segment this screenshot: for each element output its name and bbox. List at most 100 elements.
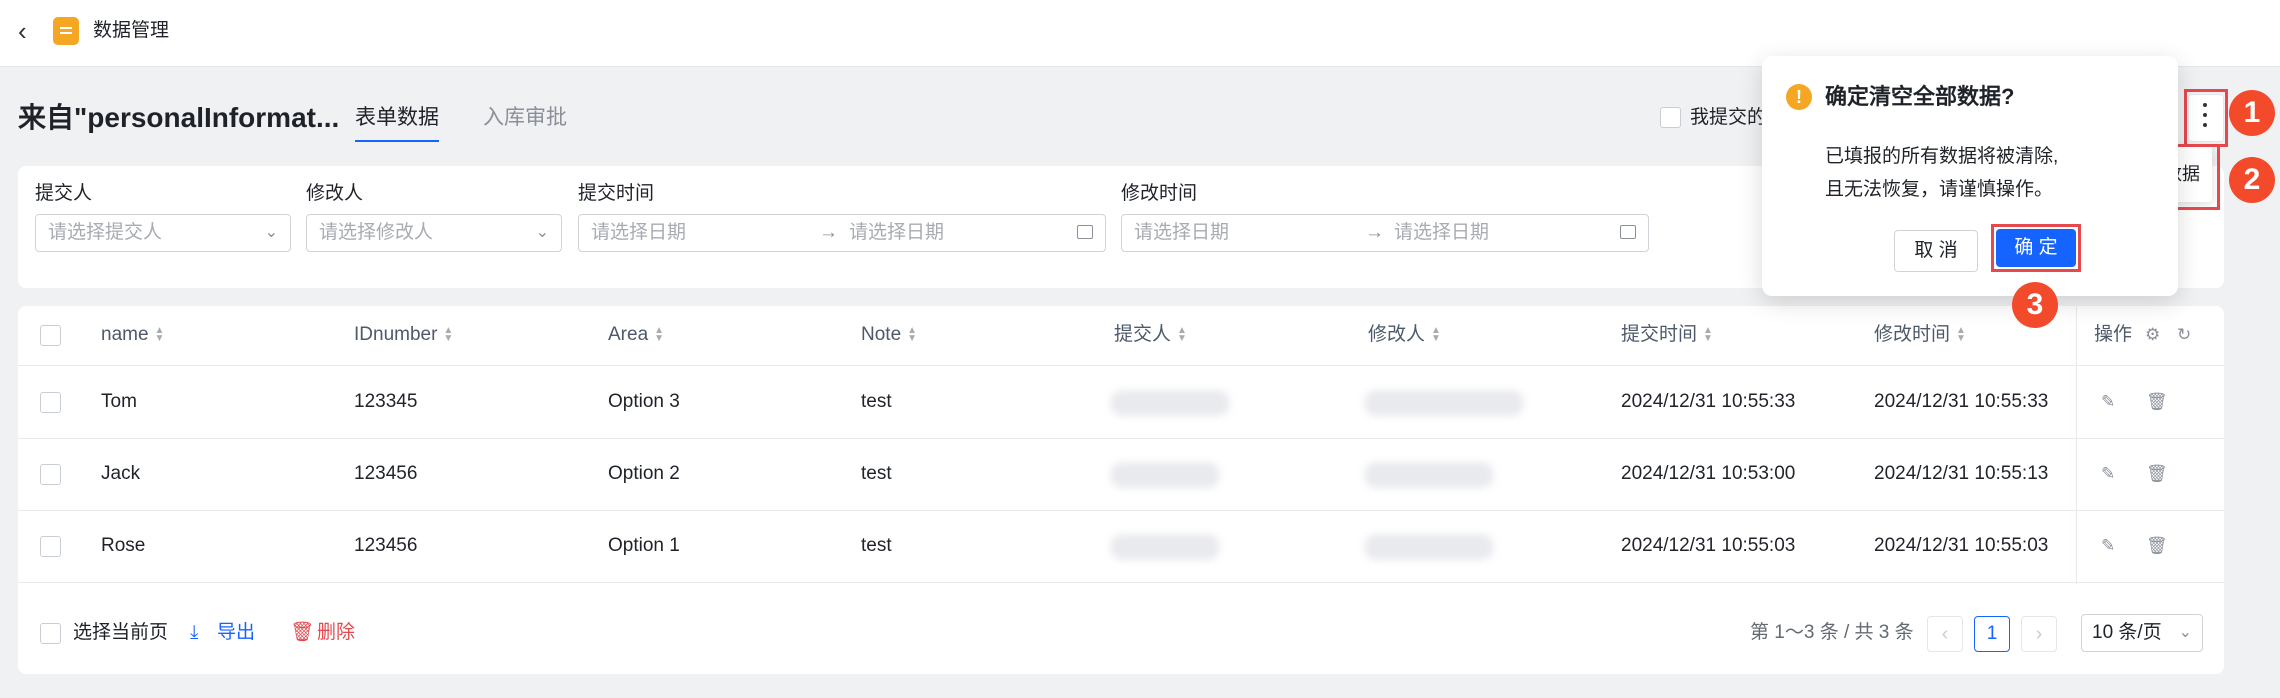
column-header-idnumber[interactable]: IDnumber ▲ ▼ (354, 323, 453, 347)
chevron-down-icon: ⌄ (264, 224, 278, 241)
step-badge-3: 3 (2012, 282, 2058, 328)
divider (18, 510, 2224, 511)
trash-icon[interactable]: 🗑 (2146, 464, 2168, 484)
column-header-area[interactable]: Area ▲ ▼ (608, 323, 664, 347)
arrow-right-icon: → (819, 222, 838, 243)
popover-message: 已填报的所有数据将被清除, 且无法恢复，请谨慎操作。 (1825, 140, 2125, 206)
submit-time-end[interactable]: 请选择日期 (849, 215, 944, 251)
cancel-button[interactable]: 取 消 (1894, 230, 1978, 272)
modifier-placeholder: 请选择修改人 (319, 222, 434, 243)
tab-active-underline (355, 140, 439, 142)
delete-link[interactable]: 删除 (317, 621, 355, 645)
column-header-modify-time[interactable]: 修改时间 ▲ ▼ (1874, 323, 1966, 347)
popover-title: 确定清空全部数据? (1825, 84, 2015, 109)
sort-icon: ▲ ▼ (654, 324, 665, 344)
blurred-modifier (1364, 534, 1494, 560)
next-page-button[interactable]: › (2021, 616, 2057, 652)
step-badge-2: 2 (2229, 157, 2275, 203)
blurred-modifier (1364, 462, 1494, 488)
row-checkbox[interactable] (40, 392, 61, 413)
cell-modify-time: 2024/12/31 10:55:03 (1874, 535, 2049, 556)
submitter-label: 提交人 (35, 183, 93, 204)
modify-time-end[interactable]: 请选择日期 (1394, 215, 1489, 251)
select-page-checkbox[interactable] (40, 623, 61, 644)
gear-icon[interactable]: ⚙ (2145, 325, 2160, 345)
column-header-submitter[interactable]: 提交人 ▲ ▼ (1114, 323, 1187, 347)
column-header-modifier[interactable]: 修改人 ▲ ▼ (1368, 323, 1441, 347)
blurred-submitter (1110, 390, 1230, 416)
trash-icon[interactable]: 🗑 (2146, 536, 2168, 556)
cell-name: Jack (101, 463, 141, 484)
trash-icon[interactable]: 🗑 (2146, 392, 2168, 412)
edit-icon[interactable]: ✎ (2101, 536, 2115, 556)
sort-icon: ▲ ▼ (1703, 324, 1713, 344)
column-header-name[interactable]: name ▲ ▼ (101, 323, 164, 347)
fixed-column-divider (2076, 306, 2077, 584)
sort-icon: ▲ ▼ (154, 324, 165, 344)
divider (18, 438, 2224, 439)
sort-icon: ▲ ▼ (1431, 324, 1441, 344)
blurred-modifier (1364, 390, 1524, 416)
popover-message-line2: 且无法恢复，请谨慎操作。 (1825, 179, 2054, 200)
select-all-checkbox[interactable] (40, 325, 61, 346)
calendar-icon (1077, 225, 1093, 239)
highlight-box-more (2184, 89, 2228, 147)
cell-modify-time: 2024/12/31 10:55:33 (1874, 391, 2049, 412)
table-panel (18, 306, 2224, 674)
submitter-select[interactable]: 请选择提交人 ⌄ (35, 214, 291, 252)
cell-modify-time: 2024/12/31 10:55:13 (1874, 463, 2049, 484)
cell-submit-time: 2024/12/31 10:55:33 (1621, 391, 1796, 412)
modifier-select[interactable]: 请选择修改人 ⌄ (306, 214, 562, 252)
sort-icon: ▲ ▼ (1956, 324, 1966, 344)
column-header-note[interactable]: Note ▲ ▼ (861, 323, 917, 347)
row-checkbox[interactable] (40, 464, 61, 485)
warning-icon: ! (1786, 84, 1812, 110)
sort-icon: ▲ ▼ (443, 324, 454, 344)
calendar-icon (1620, 225, 1636, 239)
page-button-current[interactable]: 1 (1974, 616, 2010, 652)
cell-name: Tom (101, 391, 137, 412)
mine-checkbox[interactable] (1660, 107, 1681, 128)
cell-submit-time: 2024/12/31 10:55:03 (1621, 535, 1796, 556)
cell-idnumber: 123456 (354, 463, 418, 484)
page-size-value: 10 条/页 (2092, 622, 2162, 643)
sort-icon: ▲ ▼ (907, 324, 918, 344)
submitter-placeholder: 请选择提交人 (48, 222, 163, 243)
submit-time-range[interactable]: 请选择日期 → 请选择日期 (578, 214, 1106, 252)
tab-form-data[interactable]: 表单数据 (355, 104, 439, 132)
page-title: 来自"personalInformat... (18, 102, 340, 133)
divider (18, 365, 2224, 366)
tab-approval[interactable]: 入库审批 (483, 104, 567, 132)
step-badge-1: 1 (2229, 90, 2275, 136)
chevron-left-icon[interactable]: ‹ (18, 18, 27, 44)
edit-icon[interactable]: ✎ (2101, 392, 2115, 412)
cell-area: Option 1 (608, 535, 680, 556)
refresh-icon[interactable]: ↻ (2177, 325, 2191, 345)
blurred-submitter (1110, 462, 1220, 488)
export-link[interactable]: 导出 (217, 621, 255, 645)
select-page-label: 选择当前页 (73, 622, 169, 643)
cell-note: test (861, 463, 892, 484)
cell-name: Rose (101, 535, 146, 556)
row-checkbox[interactable] (40, 536, 61, 557)
trash-icon[interactable]: 🗑 (290, 621, 314, 645)
highlight-box-confirm (1991, 224, 2081, 272)
cell-submit-time: 2024/12/31 10:53:00 (1621, 463, 1796, 484)
download-icon[interactable]: ⤓ (190, 621, 198, 645)
modifier-label: 修改人 (306, 183, 364, 204)
page-size-select[interactable]: 10 条/页 ⌄ (2081, 614, 2203, 652)
modify-time-label: 修改时间 (1121, 183, 1198, 204)
chevron-down-icon: ⌄ (535, 224, 549, 241)
column-header-submit-time[interactable]: 提交时间 ▲ ▼ (1621, 323, 1713, 347)
cell-area: Option 2 (608, 463, 680, 484)
sort-icon: ▲ ▼ (1177, 324, 1187, 344)
modify-time-start[interactable]: 请选择日期 (1134, 215, 1229, 251)
edit-icon[interactable]: ✎ (2101, 464, 2115, 484)
cell-note: test (861, 391, 892, 412)
blurred-submitter (1110, 534, 1220, 560)
submit-time-start[interactable]: 请选择日期 (591, 215, 686, 251)
popover-message-line1: 已填报的所有数据将被清除, (1825, 146, 2059, 167)
modify-time-range[interactable]: 请选择日期 → 请选择日期 (1121, 214, 1649, 252)
prev-page-button[interactable]: ‹ (1927, 616, 1963, 652)
cell-idnumber: 123345 (354, 391, 418, 412)
